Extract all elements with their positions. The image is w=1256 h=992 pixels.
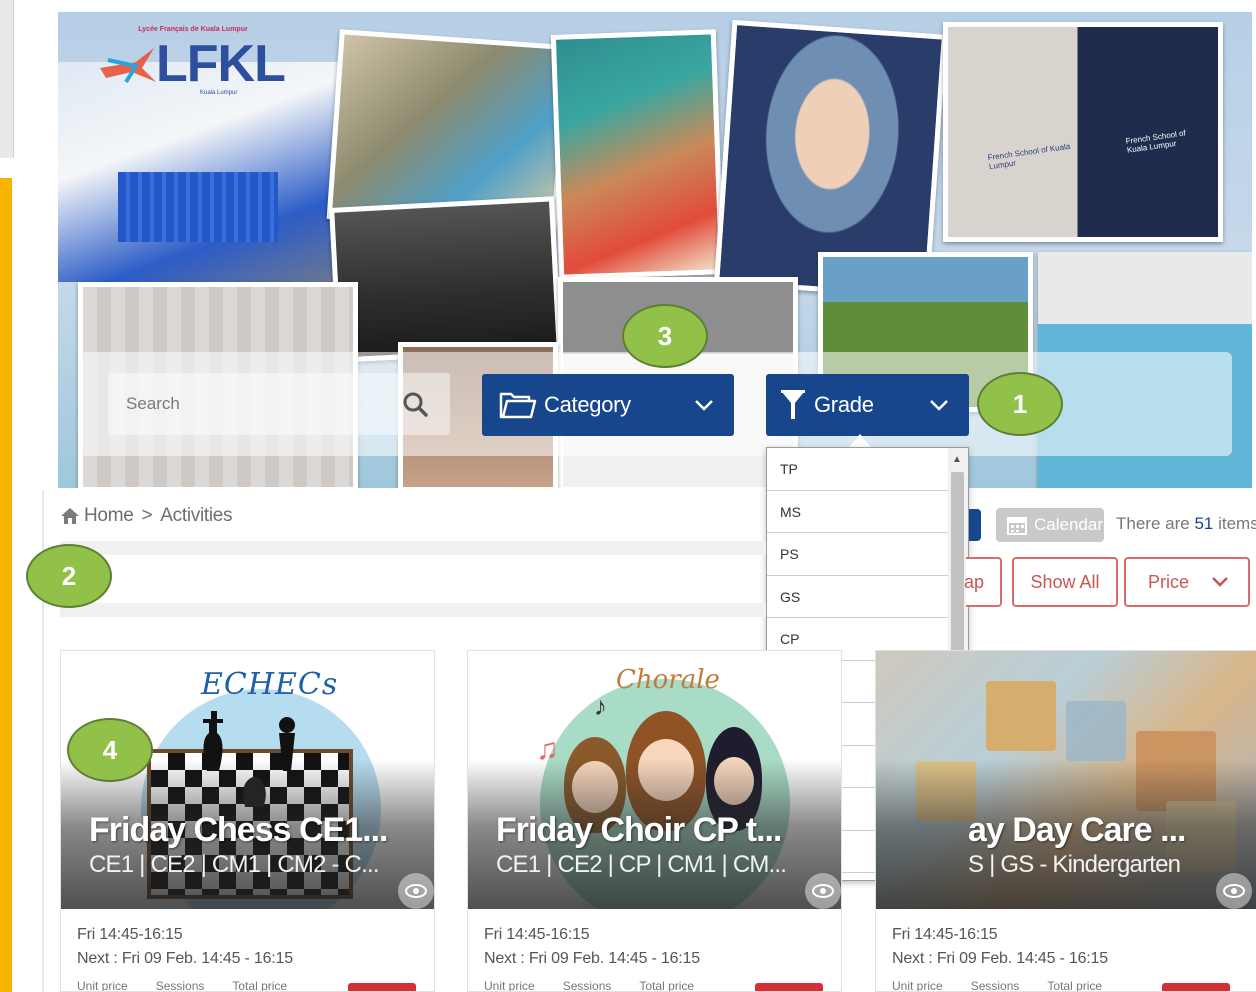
calendar-button[interactable]: Calendar (996, 508, 1104, 542)
grade-dropdown[interactable]: Grade (766, 374, 969, 436)
annotation-marker-2: 2 (26, 544, 112, 608)
grade-option-gs[interactable]: GS (767, 576, 949, 618)
scroll-up-icon[interactable]: ▲ (952, 454, 962, 465)
home-icon (61, 508, 79, 524)
folder-icon (498, 390, 538, 420)
card-body: Fri 14:45-16:15 Next : Fri 09 Feb. 14:45… (484, 923, 824, 992)
dropdown-caret (848, 434, 872, 448)
music-note-icon: ♪ (594, 691, 607, 721)
chevron-down-icon (1212, 577, 1228, 587)
shirt-text-left: French School of Kuala Lumpur (987, 141, 1071, 172)
grade-option-tp[interactable]: TP (767, 448, 949, 491)
activity-card[interactable]: Chorale ♫ ♪ Friday Choir CP t... CE1 | C… (467, 650, 842, 992)
calendar-label: Calendar (1034, 515, 1103, 534)
breadcrumb-home[interactable]: Home (84, 505, 134, 527)
filter-bar (60, 603, 766, 617)
activity-card[interactable]: ECHECs Friday Chess CE1... CE1 | CE2 | C… (60, 650, 435, 992)
photo-dance-group (329, 196, 562, 363)
price-label: Price (1148, 571, 1190, 592)
card-title[interactable]: Friday Chess CE1... (89, 811, 409, 850)
side-accent-bar (0, 178, 12, 992)
card-art-word: ECHECs (201, 667, 339, 702)
filter-icon (778, 390, 808, 420)
activity-card[interactable]: ay Day Care ... S | GS - Kindergarten Fr… (875, 650, 1256, 992)
items-count: There are 51 items (1116, 514, 1256, 534)
annotation-marker-3: 3 (622, 304, 708, 368)
card-image[interactable]: Chorale ♫ ♪ Friday Choir CP t... CE1 | C… (468, 651, 841, 909)
category-dropdown[interactable]: Category (482, 374, 734, 436)
filter-bar (60, 541, 766, 555)
card-body: Fri 14:45-16:15 Next : Fri 09 Feb. 14:45… (892, 923, 1232, 992)
card-title[interactable]: ay Day Care ... (968, 811, 1256, 850)
card-body: Fri 14:45-16:15 Next : Fri 09 Feb. 14:45… (77, 923, 417, 992)
total-price-label: Total price (639, 979, 695, 992)
eye-icon[interactable] (805, 873, 841, 909)
card-next-session: Next : Fri 09 Feb. 14:45 - 16:15 (484, 950, 700, 967)
category-label: Category (544, 392, 631, 417)
eye-icon[interactable] (1216, 873, 1252, 909)
card-next-session: Next : Fri 09 Feb. 14:45 - 16:15 (77, 950, 293, 967)
card-schedule: Fri 14:45-16:15 (484, 926, 590, 943)
card-schedule: Fri 14:45-16:15 (77, 926, 183, 943)
card-schedule: Fri 14:45-16:15 (892, 926, 998, 943)
grade-option-ms[interactable]: MS (767, 491, 949, 533)
logo-main-text: LFKL (156, 35, 286, 93)
grade-option-ps[interactable]: PS (767, 533, 949, 576)
total-price-label: Total price (1047, 979, 1103, 992)
photo-child-painting (550, 29, 725, 280)
logo-sub-text: Kuala Lumpur (200, 90, 238, 96)
sessions-label: Sessions (562, 979, 612, 992)
card-next-session: Next : Fri 09 Feb. 14:45 - 16:15 (892, 950, 1108, 967)
count-suffix: items (1218, 514, 1256, 533)
sessions-label: Sessions (970, 979, 1020, 992)
side-tab (0, 0, 14, 158)
card-image[interactable]: ay Day Care ... S | GS - Kindergarten (876, 651, 1256, 909)
annotation-marker-1: 1 (977, 372, 1063, 436)
photo-school-shirts: French School of Kuala Lumpur French Sch… (943, 22, 1223, 242)
unit-price-label: Unit price (484, 979, 535, 992)
search-input[interactable] (126, 391, 386, 417)
logo-mark-icon (100, 48, 156, 84)
shirt-text-right: French School of Kuala Lumpur (1125, 128, 1187, 155)
show-all-button[interactable]: Show All (1012, 557, 1118, 607)
eye-icon[interactable] (398, 873, 434, 909)
show-all-label: Show All (1030, 571, 1100, 592)
search-box (108, 373, 450, 435)
annotation-marker-4: 4 (67, 718, 153, 782)
logo-small-text: Lycée Français de Kuala Lumpur (138, 26, 248, 33)
unit-price-label: Unit price (77, 979, 128, 992)
book-button[interactable] (755, 983, 823, 991)
book-button[interactable] (1162, 983, 1230, 991)
grade-label: Grade (814, 392, 874, 417)
count-number: 51 (1194, 514, 1214, 533)
list-view-button[interactable] (969, 509, 981, 541)
card-grades: CE1 | CE2 | CM1 | CM2 - C... (89, 851, 380, 878)
chevron-down-icon (684, 390, 724, 420)
card-grades: S | GS - Kindergarten (968, 851, 1181, 878)
breadcrumb-separator: > (141, 505, 153, 526)
count-prefix: There are (1116, 514, 1190, 533)
book-button[interactable] (348, 983, 416, 991)
card-title[interactable]: Friday Choir CP t... (496, 811, 816, 850)
breadcrumb-current: Activities (160, 505, 233, 526)
map-button[interactable]: ap (963, 557, 1002, 607)
card-grades: CE1 | CE2 | CP | CM1 | CM... (496, 851, 787, 878)
map-label: ap (963, 571, 984, 592)
search-icon[interactable] (402, 391, 428, 417)
price-sort-button[interactable]: Price (1124, 557, 1250, 607)
calendar-icon (1007, 517, 1027, 535)
school-logo[interactable]: Lycée Français de Kuala Lumpur LFKL Kual… (96, 24, 286, 104)
sessions-label: Sessions (155, 979, 205, 992)
card-art-word: Chorale (616, 665, 720, 695)
chevron-down-icon (919, 390, 959, 420)
unit-price-label: Unit price (892, 979, 943, 992)
left-chrome (0, 0, 18, 992)
total-price-label: Total price (232, 979, 288, 992)
breadcrumb: Home > Activities (60, 504, 233, 528)
